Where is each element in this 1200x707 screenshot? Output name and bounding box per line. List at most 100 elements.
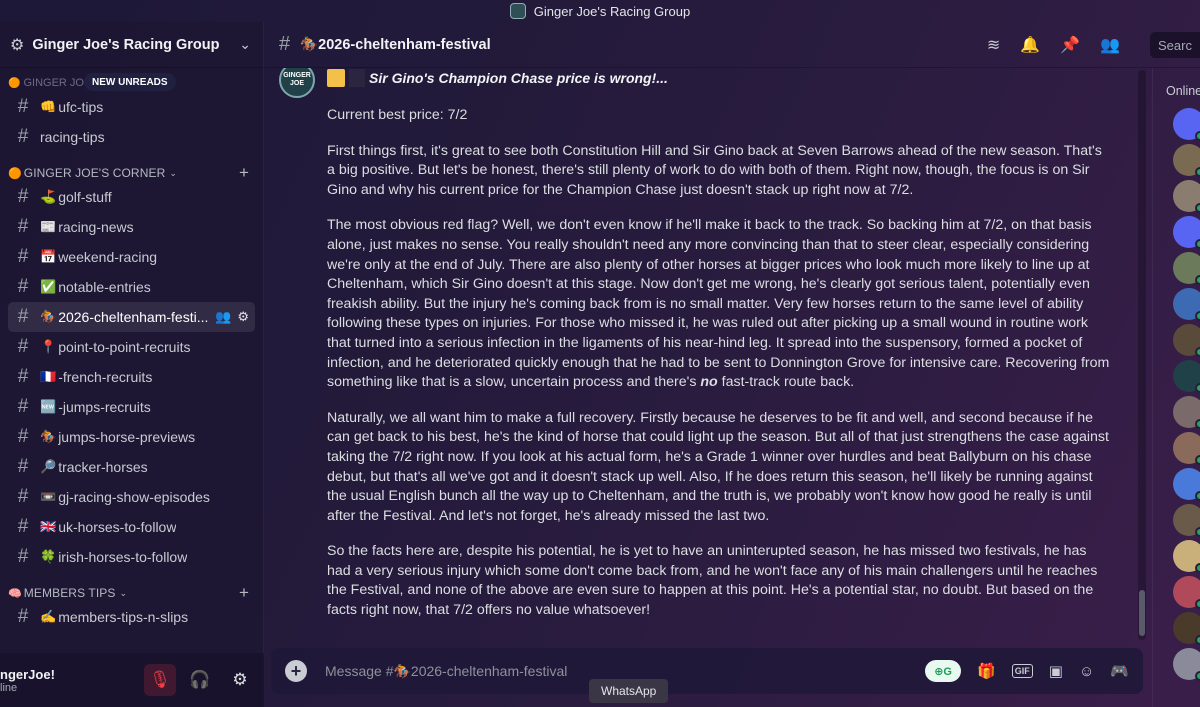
channel-ufc-tips[interactable]: # 👊 ufc-tips — [8, 92, 255, 122]
member-avatar[interactable] — [1173, 108, 1200, 141]
hash-icon: # — [17, 276, 29, 297]
message-paragraph: Current best price: 7/2 — [327, 107, 468, 123]
scrollbar-thumb[interactable] — [1139, 590, 1145, 636]
channel-notable-entries[interactable]: # ✅ notable-entries — [8, 272, 255, 302]
channel-jumps-horse-previews[interactable]: # 🏇 jumps-horse-previews — [8, 422, 255, 452]
member-avatar[interactable] — [1173, 144, 1200, 177]
channel-racing-tips[interactable]: # racing-tips — [8, 122, 255, 152]
hash-icon: # — [17, 186, 29, 207]
user-settings-gear-icon[interactable]: ⚙ — [224, 664, 256, 696]
app-boost-icon[interactable]: ⊕G — [925, 660, 962, 682]
window-titlebar: Ginger Joe's Racing Group — [0, 0, 1200, 22]
member-avatar[interactable] — [1173, 648, 1200, 681]
member-avatar[interactable] — [1173, 540, 1200, 573]
member-avatar[interactable] — [1173, 288, 1200, 321]
online-status-icon — [1195, 275, 1200, 285]
bell-icon[interactable]: 🔔 — [1020, 35, 1040, 55]
member-avatar[interactable] — [1173, 396, 1200, 429]
channel-emoji: 🇬🇧 — [40, 519, 57, 534]
search-input[interactable]: Searc — [1150, 31, 1200, 58]
paragraph-tail: fast-track route back. — [717, 374, 855, 391]
channel-members-tips-n-slips[interactable]: # ✍️ members-tips-n-slips — [8, 602, 255, 632]
emoji-picker-icon[interactable]: ☺ — [1079, 663, 1094, 680]
channel-label: -jumps-recruits — [58, 399, 151, 415]
sticker-icon[interactable]: ▣ — [1049, 662, 1063, 680]
pin-icon[interactable]: 📌 — [1060, 35, 1080, 55]
channel-gj-racing-show-episodes[interactable]: # 📼 gj-racing-show-episodes — [8, 482, 255, 512]
channel-label: uk-horses-to-follow — [58, 519, 177, 535]
server-header[interactable]: ⚙ Ginger Joe's Racing Group ⌄ — [0, 22, 263, 68]
user-info[interactable]: ngerJoe! line — [0, 667, 55, 694]
category-ginger-joes-corner[interactable]: 🟠 GINGER JOE'S CORNER ⌄ + — [8, 152, 255, 182]
message-input[interactable]: Message #🏇2026-cheltenham-festival — [325, 663, 925, 680]
online-status-icon — [1195, 131, 1200, 141]
gif-button[interactable]: GIF — [1011, 664, 1033, 678]
add-channel-icon[interactable]: + — [239, 583, 249, 603]
category-label: MEMBERS TIPS — [23, 586, 116, 600]
member-list-icon[interactable]: 👥 — [1100, 35, 1120, 55]
gear-icon[interactable]: ⚙ — [237, 309, 249, 325]
gift-icon[interactable]: 🎁 — [977, 662, 996, 680]
channel-emoji: 📰 — [40, 219, 57, 234]
channel-weekend-racing[interactable]: # 📅 weekend-racing — [8, 242, 255, 272]
add-channel-icon[interactable]: + — [239, 163, 249, 183]
member-avatar[interactable] — [1173, 432, 1200, 465]
channel-title: 🏇2026-cheltenham-festival — [300, 37, 491, 53]
channel-emoji: ✅ — [40, 279, 57, 294]
add-attachment-icon[interactable]: + — [285, 660, 307, 682]
headphones-icon[interactable]: 🎧 — [184, 664, 216, 696]
taskbar-tooltip: WhatsApp — [589, 679, 669, 703]
channel-irish-horses-to-follow[interactable]: # 🍀 irish-horses-to-follow — [8, 542, 255, 572]
member-avatar[interactable] — [1173, 504, 1200, 537]
member-list: Online — [1152, 68, 1200, 707]
member-avatar[interactable] — [1173, 252, 1200, 285]
channel-golf-stuff[interactable]: # ⛳ golf-stuff — [8, 182, 255, 212]
member-avatar[interactable] — [1173, 216, 1200, 249]
channel-emoji: ✍️ — [40, 609, 57, 624]
chevron-down-icon[interactable]: ⌄ — [239, 36, 251, 53]
online-status-icon — [1195, 491, 1200, 501]
invite-icon[interactable]: 👥 — [215, 309, 231, 325]
member-avatar[interactable] — [1173, 576, 1200, 609]
channel-point-to-point-recruits[interactable]: # 📍 point-to-point-recruits — [8, 332, 255, 362]
threads-icon[interactable]: ≋ — [987, 35, 1000, 55]
channel-header: # 🏇2026-cheltenham-festival ≋ 🔔 📌 👥 Sear… — [265, 22, 1200, 68]
online-status-icon — [1195, 383, 1200, 393]
member-avatar[interactable] — [1173, 180, 1200, 213]
channel-label: members-tips-n-slips — [58, 609, 189, 625]
channel-french-recruits[interactable]: # 🇫🇷 -french-recruits — [8, 362, 255, 392]
online-status-icon — [1195, 239, 1200, 249]
channel-label: weekend-racing — [58, 249, 158, 265]
channel-emoji: 🏇 — [40, 429, 57, 444]
channel-tracker-horses[interactable]: # 🔎 tracker-horses — [8, 452, 255, 482]
message-paragraph: The most obvious red flag? Well, we don'… — [327, 216, 1110, 392]
member-avatar[interactable] — [1173, 612, 1200, 645]
channel-label: point-to-point-recruits — [58, 339, 191, 355]
member-avatar[interactable] — [1173, 360, 1200, 393]
microphone-muted-icon[interactable]: 🎙 — [144, 664, 176, 696]
hash-icon: # — [17, 426, 29, 447]
channel-racing-news[interactable]: # 📰 racing-news — [8, 212, 255, 242]
member-avatar[interactable] — [1173, 468, 1200, 501]
new-unreads-pill[interactable]: NEW UNREADS — [84, 73, 176, 91]
channel-emoji: 🏇 — [40, 309, 57, 324]
author-avatar[interactable]: GINGER JOE — [279, 68, 315, 98]
channel-emoji: 👊 — [40, 99, 57, 114]
apps-icon[interactable]: 🎮 — [1110, 662, 1129, 680]
channel-sidebar: ⚙ Ginger Joe's Racing Group ⌄ 🟠 GINGER JO… — [0, 22, 264, 707]
message-list: GINGER JOE Sir Gino's Champion Chase pri… — [265, 68, 1150, 643]
online-status-icon — [1195, 635, 1200, 645]
hash-icon: # — [17, 516, 29, 537]
category-members-tips[interactable]: 🧠 MEMBERS TIPS ⌄ + — [8, 572, 255, 602]
message-scrollbar[interactable] — [1138, 70, 1146, 640]
online-status-icon — [1195, 671, 1200, 681]
window-title: Ginger Joe's Racing Group — [533, 3, 691, 19]
user-panel: ngerJoe! line 🎙 🎧 ⚙ — [0, 653, 264, 707]
channel-2026-cheltenham-festival[interactable]: # 🏇 2026-cheltenham-festi... 👥 ⚙ — [8, 302, 255, 332]
channel-jumps-recruits[interactable]: # 🆕 -jumps-recruits — [8, 392, 255, 422]
channel-uk-horses-to-follow[interactable]: # 🇬🇧 uk-horses-to-follow — [8, 512, 255, 542]
flag-emoji-icon — [327, 69, 345, 87]
member-avatar[interactable] — [1173, 324, 1200, 357]
channel-emoji: 📅 — [40, 249, 57, 264]
hash-icon: # — [17, 246, 29, 267]
